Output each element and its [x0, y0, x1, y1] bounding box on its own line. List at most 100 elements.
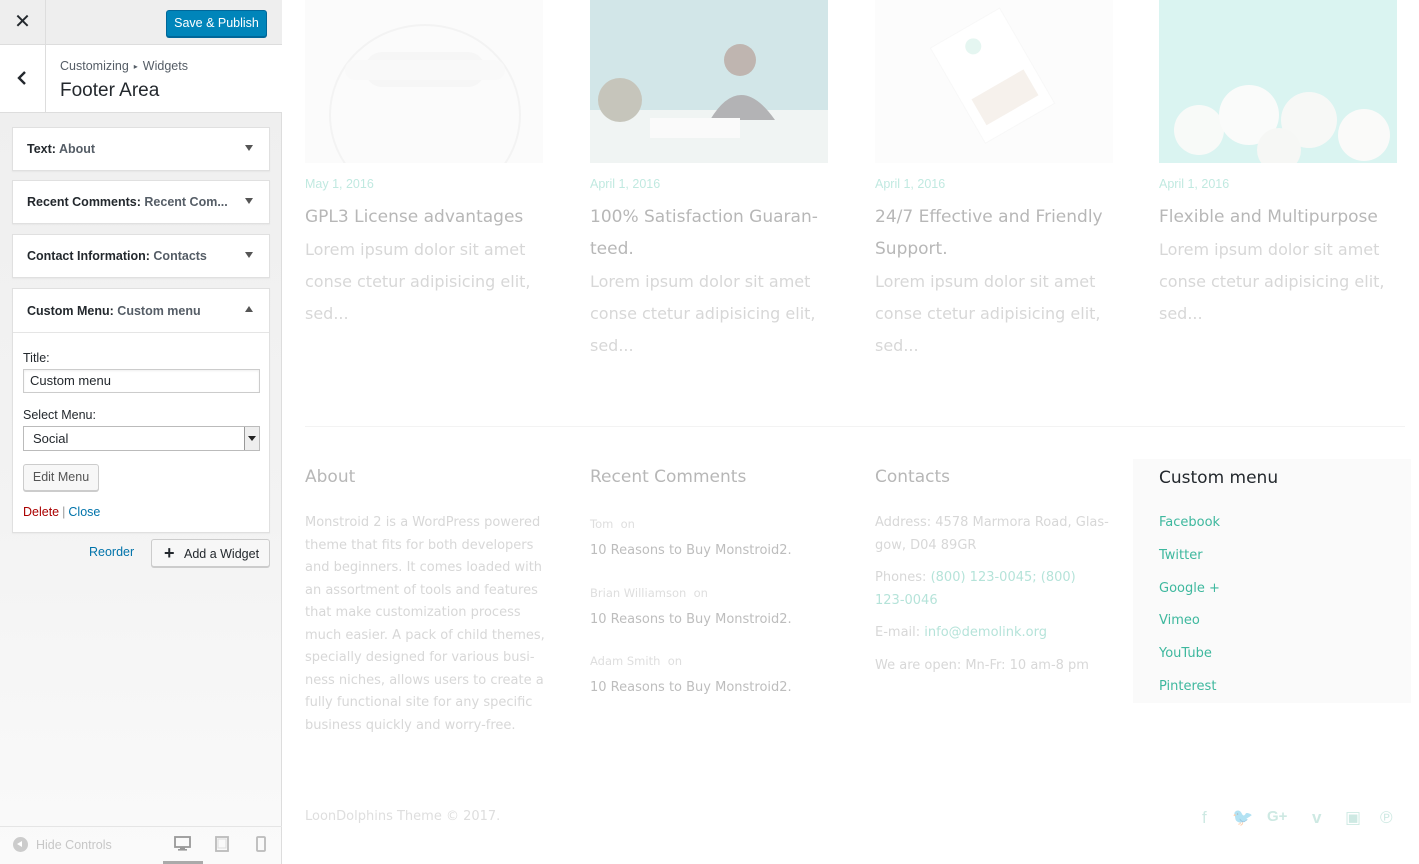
- customizer-sidebar: ✕ Save & Publish Customizing ▸ Widgets Foo…: [0, 0, 282, 864]
- widget-header[interactable]: Custom Menu: Custom menu: [13, 289, 269, 333]
- widget-type: Text:: [27, 142, 56, 156]
- post-date: April 1, 2016: [1159, 177, 1230, 191]
- post-thumbnail[interactable]: [1159, 0, 1397, 163]
- widget-form: Title: Custom menu Select Menu: Social E…: [13, 333, 269, 532]
- comment-author[interactable]: Brian Williamson: [590, 586, 686, 600]
- mobile-preview-icon[interactable]: [256, 836, 266, 852]
- widget-instance: Custom menu: [117, 304, 201, 318]
- tablet-preview-icon[interactable]: [215, 836, 229, 852]
- custom-menu-widget-preview[interactable]: Custom menu Facebook Twitter Google + Vi…: [1133, 459, 1411, 703]
- menu-item-google-plus[interactable]: Google +: [1159, 581, 1220, 596]
- excerpt-line: conse ctetur adipisicing elit,: [1159, 272, 1385, 291]
- menu-item-youtube[interactable]: YouTube: [1159, 646, 1212, 661]
- post-title[interactable]: GPL3 License advantages: [305, 201, 545, 233]
- comment-author[interactable]: Tom: [590, 517, 613, 531]
- excerpt-line: sed...: [305, 304, 349, 323]
- post-card[interactable]: April 1, 2016 Flexible and Multipurpose …: [1159, 0, 1399, 323]
- post-title-line: Support.: [875, 239, 948, 259]
- post-card[interactable]: April 1, 2016 24/7 Effective and Friendl…: [875, 0, 1115, 355]
- comment-author[interactable]: Adam Smith: [590, 654, 660, 668]
- select-menu-dropdown[interactable]: Social: [23, 426, 260, 451]
- widget-contact-information[interactable]: Contact Information: Contacts: [12, 234, 270, 278]
- post-excerpt: Lorem ipsum dolor sit amet conse ctetur a…: [590, 266, 830, 362]
- post-thumbnail[interactable]: [875, 0, 1113, 163]
- title-input[interactable]: Custom menu: [23, 369, 260, 393]
- expand-arrow-icon[interactable]: [245, 198, 253, 204]
- widget-custom-menu[interactable]: Custom Menu: Custom menu Title: Custom m…: [12, 288, 270, 533]
- widget-header[interactable]: Contact Information: Contacts: [13, 235, 269, 277]
- footer-about-text: Monstroid 2 is a WordPress powered theme…: [305, 512, 555, 737]
- expand-arrow-icon[interactable]: [245, 252, 253, 258]
- desktop-preview-icon[interactable]: [174, 836, 191, 851]
- comment-meta: Brian Williamson on: [590, 582, 840, 605]
- collapse-icon: [13, 837, 28, 852]
- menu-item-vimeo[interactable]: Vimeo: [1159, 613, 1200, 628]
- close-link[interactable]: Close: [68, 505, 100, 519]
- post-title-line: Flexible and Multipurpose: [1159, 207, 1378, 227]
- about-line: and beginners. It comes loaded with: [305, 560, 543, 575]
- menu-item-facebook[interactable]: Facebook: [1159, 515, 1220, 530]
- about-line: much easier. A pack of child themes,: [305, 627, 545, 643]
- collapse-arrow-icon[interactable]: [245, 306, 253, 312]
- google-plus-icon[interactable]: G+: [1267, 808, 1287, 825]
- facebook-icon[interactable]: f: [1202, 808, 1207, 828]
- post-thumbnail[interactable]: [590, 0, 828, 163]
- back-button[interactable]: [0, 45, 46, 112]
- save-publish-button[interactable]: Save & Publish: [166, 10, 267, 37]
- widget-instance: About: [58, 142, 96, 156]
- post-title-line: 24/7 Effective and Friendly: [875, 207, 1103, 227]
- chevron-left-icon: [17, 71, 26, 85]
- comment-post-link[interactable]: 10 Reasons to Buy Monstroid2.: [590, 540, 840, 563]
- post-title[interactable]: 100% Satisfaction Guaran-teed.: [590, 201, 830, 265]
- breadcrumb-child: Widgets: [142, 59, 188, 73]
- comment-item: Adam Smith on 10 Reasons to Buy Monstroi…: [590, 650, 840, 699]
- footer-about-heading: About: [305, 467, 356, 487]
- chevron-down-icon[interactable]: [244, 427, 259, 450]
- select-menu-value: Social: [33, 431, 69, 446]
- hide-controls-button[interactable]: Hide Controls: [13, 837, 112, 852]
- add-widget-button[interactable]: + Add a Widget: [151, 539, 270, 567]
- widget-header[interactable]: Text: About: [13, 128, 269, 170]
- vimeo-icon[interactable]: v: [1312, 808, 1321, 828]
- contact-hours: We are open: Mn-Fr: 10 am-8 pm: [875, 658, 1089, 673]
- widget-header[interactable]: Recent Comments: Recent Com...: [13, 181, 269, 223]
- reorder-link[interactable]: Reorder: [89, 545, 134, 559]
- post-date: April 1, 2016: [875, 177, 946, 191]
- widget-instance: Recent Com...: [144, 195, 228, 209]
- excerpt-line: Lorem ipsum dolor sit amet: [305, 240, 526, 259]
- delete-link[interactable]: Delete: [23, 505, 59, 519]
- edit-menu-button[interactable]: Edit Menu: [23, 464, 99, 491]
- link-separator: |: [62, 505, 66, 519]
- comment-post-link[interactable]: 10 Reasons to Buy Monstroid2.: [590, 609, 840, 632]
- customizer-footer: Hide Controls: [0, 826, 282, 864]
- pinterest-icon[interactable]: ℗: [1380, 808, 1393, 828]
- post-title[interactable]: 24/7 Effective and Friendly Support.: [875, 201, 1115, 265]
- close-customizer-button[interactable]: ✕: [0, 0, 46, 45]
- menu-item-twitter[interactable]: Twitter: [1159, 548, 1203, 563]
- post-card[interactable]: April 1, 2016 100% Satisfaction Guaran-t…: [590, 0, 830, 355]
- comment-post-link[interactable]: 10 Reasons to Buy Monstroid2.: [590, 677, 840, 700]
- comment-on: on: [693, 586, 708, 600]
- site-preview: May 1, 2016 GPL3 License advantages Lore…: [282, 0, 1419, 864]
- widget-recent-comments[interactable]: Recent Comments: Recent Com...: [12, 180, 270, 224]
- section-divider: [305, 426, 1405, 427]
- youtube-icon[interactable]: ▣: [1345, 808, 1361, 828]
- post-card[interactable]: May 1, 2016 GPL3 License advantages Lore…: [305, 0, 545, 323]
- phone-link[interactable]: 123-0046: [875, 590, 1125, 613]
- comment-item: Brian Williamson on 10 Reasons to Buy Mo…: [590, 582, 840, 631]
- email-link[interactable]: info@demolink.org: [924, 625, 1047, 640]
- menu-item-pinterest[interactable]: Pinterest: [1159, 679, 1216, 694]
- post-title[interactable]: Flexible and Multipurpose: [1159, 201, 1399, 233]
- footer-recent-comments-heading: Recent Comments: [590, 467, 747, 487]
- expand-arrow-icon[interactable]: [245, 145, 253, 151]
- post-excerpt: Lorem ipsum dolor sit amet conse ctetur a…: [875, 266, 1115, 362]
- twitter-icon[interactable]: 🐦: [1232, 808, 1253, 828]
- post-thumbnail[interactable]: [305, 0, 543, 163]
- phone-link[interactable]: (800) 123-0045; (800): [931, 570, 1076, 585]
- comment-meta: Tom on: [590, 513, 840, 536]
- custom-menu-heading: Custom menu: [1159, 468, 1279, 488]
- widget-text-about[interactable]: Text: About: [12, 127, 270, 171]
- address-line: Address: 4578 Marmora Road, Glas-: [875, 515, 1109, 530]
- section-title: Footer Area: [60, 80, 160, 101]
- excerpt-line: Lorem ipsum dolor sit amet: [1159, 240, 1380, 259]
